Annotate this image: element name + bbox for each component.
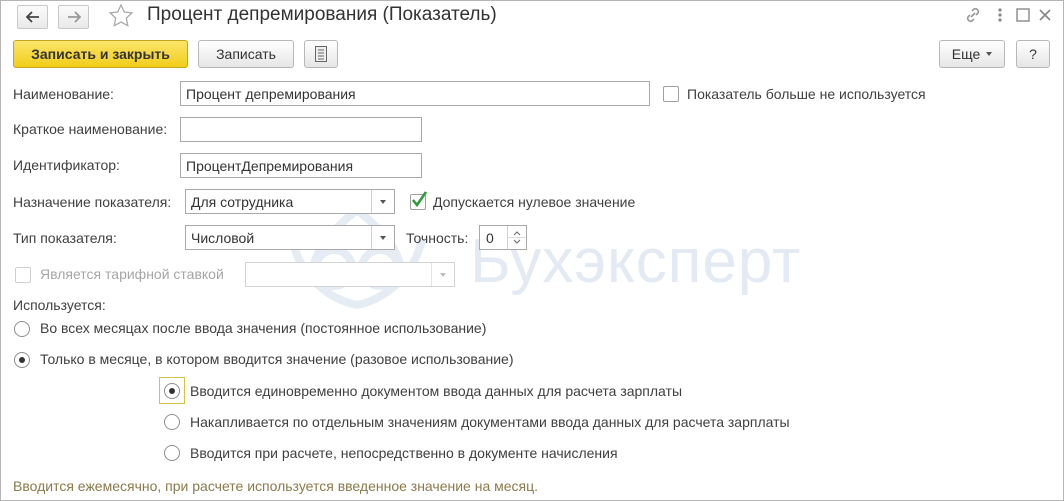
forward-button[interactable] <box>58 5 89 29</box>
document-list-button[interactable] <box>304 40 338 68</box>
tariff-label: Является тарифной ставкой <box>40 266 224 282</box>
unused-checkbox[interactable] <box>663 86 679 102</box>
precision-input[interactable]: 0 <box>479 225 527 250</box>
usage-option-single-label: Только в месяце, в котором вводится знач… <box>40 351 514 367</box>
more-vertical-icon[interactable] <box>995 7 1005 26</box>
purpose-value: Для сотрудника <box>191 193 294 210</box>
more-button[interactable]: Еще <box>939 40 1005 68</box>
arrow-right-icon <box>67 11 81 23</box>
input-option-accumulate-label: Накапливается по отдельным значениям док… <box>190 414 790 430</box>
help-button[interactable]: ? <box>1016 40 1050 68</box>
type-dropdown-button[interactable] <box>371 226 394 249</box>
chevron-down-icon <box>440 272 446 277</box>
hint-text: Вводится ежемесячно, при расчете использ… <box>13 478 539 494</box>
more-button-label: Еще <box>951 46 981 62</box>
save-button[interactable]: Записать <box>198 40 294 68</box>
type-select[interactable]: Числовой <box>185 225 395 250</box>
usage-option-single-radio[interactable] <box>14 352 30 368</box>
name-label: Наименование: <box>13 86 114 102</box>
input-option-accumulate-radio[interactable] <box>164 414 180 430</box>
unused-label: Показатель больше не используется <box>687 86 926 102</box>
favorite-star-icon[interactable] <box>108 3 134 32</box>
link-icon[interactable] <box>963 5 983 28</box>
radio-dot <box>169 388 175 394</box>
usage-option-permanent-radio[interactable] <box>14 321 30 337</box>
save-and-close-button[interactable]: Записать и закрыть <box>13 40 188 68</box>
input-option-calculation-label: Вводится при расчете, непосредственно в … <box>190 445 618 461</box>
stepper-arrows-icon <box>508 231 526 244</box>
tariff-dropdown-button[interactable] <box>431 263 454 286</box>
identifier-input[interactable]: ПроцентДепремирования <box>180 153 422 178</box>
back-button[interactable] <box>17 5 48 29</box>
chevron-down-icon <box>380 199 386 204</box>
input-option-once-label: Вводится единовременно документом ввода … <box>190 383 683 399</box>
close-icon[interactable] <box>1037 7 1053 26</box>
purpose-select[interactable]: Для сотрудника <box>185 189 395 214</box>
arrow-left-icon <box>25 11 39 23</box>
used-label: Используется: <box>13 297 106 313</box>
short-name-label: Краткое наименование: <box>13 121 168 137</box>
input-option-once-radio[interactable] <box>164 383 180 399</box>
precision-stepper[interactable] <box>507 226 526 249</box>
zero-allowed-checkbox[interactable] <box>410 191 428 210</box>
type-value: Числовой <box>191 229 255 246</box>
tariff-select[interactable] <box>245 262 455 287</box>
purpose-dropdown-button[interactable] <box>371 190 394 213</box>
name-input[interactable]: Процент депремирования <box>180 81 650 106</box>
type-label: Тип показателя: <box>13 230 117 246</box>
input-option-calculation-radio[interactable] <box>164 445 180 461</box>
radio-dot <box>19 357 25 363</box>
page-title: Процент депремирования (Показатель) <box>147 4 497 25</box>
purpose-label: Назначение показателя: <box>13 194 172 210</box>
zero-allowed-label: Допускается нулевое значение <box>433 194 636 210</box>
maximize-icon[interactable] <box>1015 7 1031 26</box>
checkmark-icon <box>411 191 428 208</box>
short-name-input[interactable] <box>180 117 422 142</box>
precision-value: 0 <box>486 229 494 246</box>
tariff-checkbox[interactable] <box>15 267 31 283</box>
chevron-down-icon <box>986 52 993 56</box>
precision-label: Точность: <box>406 230 469 246</box>
document-list-icon <box>315 46 327 62</box>
usage-option-permanent-label: Во всех месяцах после ввода значения (по… <box>40 320 487 336</box>
identifier-label: Идентификатор: <box>13 157 120 173</box>
chevron-down-icon <box>380 235 386 240</box>
